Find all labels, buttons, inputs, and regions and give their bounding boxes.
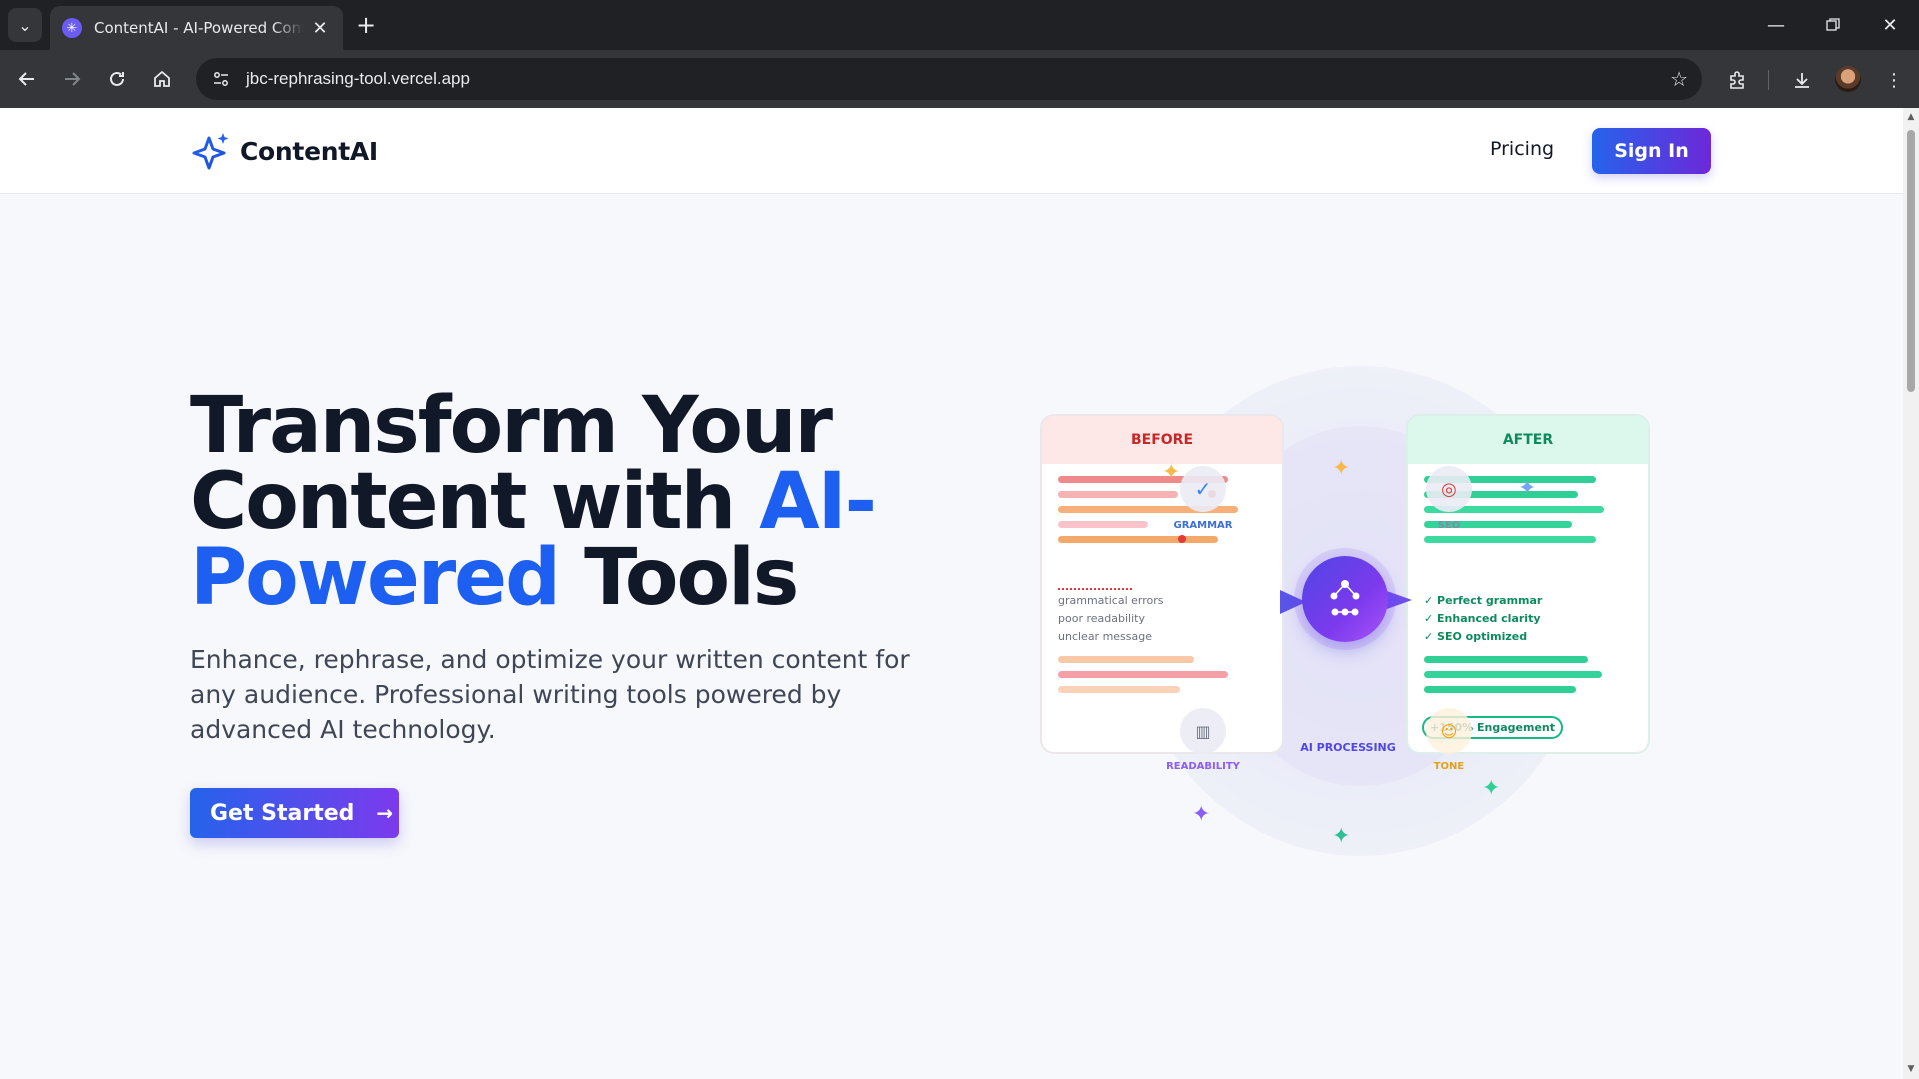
before-label: BEFORE — [1042, 416, 1282, 464]
issue-item: grammatical errors — [1058, 594, 1164, 607]
get-started-label: Get Started — [210, 800, 355, 826]
restore-icon — [1826, 18, 1840, 31]
favicon-icon: ✳ — [62, 18, 82, 38]
brand-logo[interactable]: ContentAI — [190, 130, 378, 172]
tone-label: TONE — [1433, 761, 1465, 772]
extensions-button[interactable] — [1721, 64, 1753, 96]
sparkle-icon: ✦ — [1192, 802, 1211, 827]
ai-processing-label: AI PROCESSING — [1300, 741, 1396, 754]
close-icon[interactable]: ✕ — [309, 18, 331, 39]
kebab-menu-icon: ⋮ — [1885, 69, 1903, 91]
sparkle-icon: ✦ — [1332, 824, 1351, 849]
puzzle-icon — [1730, 71, 1744, 89]
hero-subtitle: Enhance, rephrase, and optimize your wri… — [190, 645, 910, 744]
checkmark-icon: ✓ — [1194, 477, 1212, 501]
address-bar[interactable]: jbc-rephrasing-tool.vercel.app ☆ — [196, 58, 1702, 100]
error-squiggle — [1058, 584, 1132, 590]
issue-item: poor readability — [1058, 612, 1145, 625]
tab-title: ContentAI - AI-Powered Content Tools — [94, 19, 304, 37]
text-line — [1058, 521, 1148, 528]
hero-title-line3: Tools — [558, 533, 799, 623]
sparkle-icon: ✦ — [1518, 476, 1537, 501]
browser-tab-active[interactable]: ✳ ContentAI - AI-Powered Content Tools ✕ — [50, 6, 343, 50]
site-header: ContentAI Pricing Sign In — [0, 108, 1903, 194]
url-text[interactable]: jbc-rephrasing-tool.vercel.app — [246, 69, 470, 89]
nav-link-pricing[interactable]: Pricing — [1490, 138, 1554, 160]
tone-badge: ☺ — [1426, 708, 1472, 754]
scroll-down-arrow[interactable]: ▼ — [1906, 1064, 1916, 1074]
profile-avatar[interactable] — [1835, 66, 1861, 92]
seo-badge: ◎ — [1426, 466, 1472, 512]
error-dot — [1178, 535, 1186, 543]
text-line — [1058, 686, 1180, 693]
browser-toolbar: jbc-rephrasing-tool.vercel.app ☆ ⋮ — [0, 50, 1919, 108]
text-line — [1424, 536, 1596, 543]
sparkle-icon: ✦ — [1482, 776, 1501, 801]
text-line — [1424, 671, 1602, 678]
after-card: AFTER ✓ Perfect grammar ✓ Enhanced clari… — [1406, 414, 1650, 754]
back-button[interactable] — [12, 64, 42, 94]
after-label: AFTER — [1408, 416, 1648, 464]
chevron-down-icon: ⌄ — [18, 15, 32, 35]
bar-chart-icon: ▥ — [1195, 721, 1211, 741]
hero-illustration: BEFORE grammatical errors poor readabili… — [1030, 366, 1690, 866]
page-scrollbar[interactable]: ▲ ▼ — [1903, 108, 1919, 1079]
sparkle-logo-icon — [192, 133, 229, 170]
hero-title: Transform Your Content with AI- Powered … — [190, 387, 950, 617]
text-line — [1058, 491, 1178, 498]
target-icon: ◎ — [1441, 478, 1457, 500]
toolbar-separator — [1768, 70, 1769, 90]
scroll-thumb[interactable] — [1907, 130, 1915, 392]
sparkle-icon: ✦ — [1332, 456, 1351, 481]
bookmark-star-icon[interactable]: ☆ — [1670, 67, 1688, 91]
home-button[interactable] — [147, 64, 177, 94]
download-icon — [1795, 73, 1809, 88]
sign-in-button[interactable]: Sign In — [1592, 128, 1711, 174]
arrow-left-icon — [18, 72, 34, 86]
improvement-item: ✓ Perfect grammar — [1424, 594, 1543, 607]
arrow-right-icon: → — [376, 801, 394, 825]
smile-icon: ☺ — [1440, 721, 1458, 741]
restore-button[interactable] — [1813, 10, 1853, 40]
browser-tab-bar: ⌄ ✳ ContentAI - AI-Powered Content Tools… — [0, 0, 1919, 50]
readability-badge: ▥ — [1180, 708, 1226, 754]
reload-button[interactable] — [102, 64, 132, 94]
text-line — [1058, 671, 1228, 678]
get-started-button[interactable]: Get Started → — [190, 788, 399, 838]
sparkle-icon: ✦ — [1162, 460, 1181, 485]
text-line — [1058, 656, 1194, 663]
improvement-item: ✓ Enhanced clarity — [1424, 612, 1541, 625]
seo-label: SEO — [1437, 520, 1461, 531]
text-line — [1058, 536, 1218, 543]
improvement-item: ✓ SEO optimized — [1424, 630, 1528, 643]
text-line — [1424, 686, 1576, 693]
window-close-button[interactable]: ✕ — [1870, 10, 1910, 40]
forward-button[interactable] — [57, 64, 87, 94]
page-viewport: ContentAI Pricing Sign In Transform Your… — [0, 108, 1903, 1079]
text-line — [1424, 656, 1588, 663]
arrow-right-icon — [65, 72, 81, 86]
readability-label: READABILITY — [1166, 761, 1240, 772]
home-icon — [154, 70, 170, 87]
minimize-button[interactable]: — — [1756, 10, 1796, 40]
issue-item: unclear message — [1058, 630, 1153, 643]
browser-menu-button[interactable]: ⋮ — [1878, 64, 1910, 96]
grammar-badge: ✓ — [1180, 466, 1226, 512]
flow-arrow-out — [1384, 590, 1412, 610]
reload-icon — [110, 71, 124, 86]
ai-processing-node — [1302, 556, 1388, 642]
scroll-up-arrow[interactable]: ▲ — [1906, 112, 1916, 122]
brand-name: ContentAI — [240, 136, 378, 166]
downloads-button[interactable] — [1786, 64, 1818, 96]
tab-search-button[interactable]: ⌄ — [8, 8, 42, 42]
site-info-icon[interactable] — [206, 64, 236, 94]
grammar-label: GRAMMAR — [1173, 520, 1233, 531]
hero-title-accent-2: Powered — [190, 533, 561, 623]
new-tab-button[interactable]: + — [352, 11, 380, 39]
network-icon — [1330, 580, 1360, 616]
